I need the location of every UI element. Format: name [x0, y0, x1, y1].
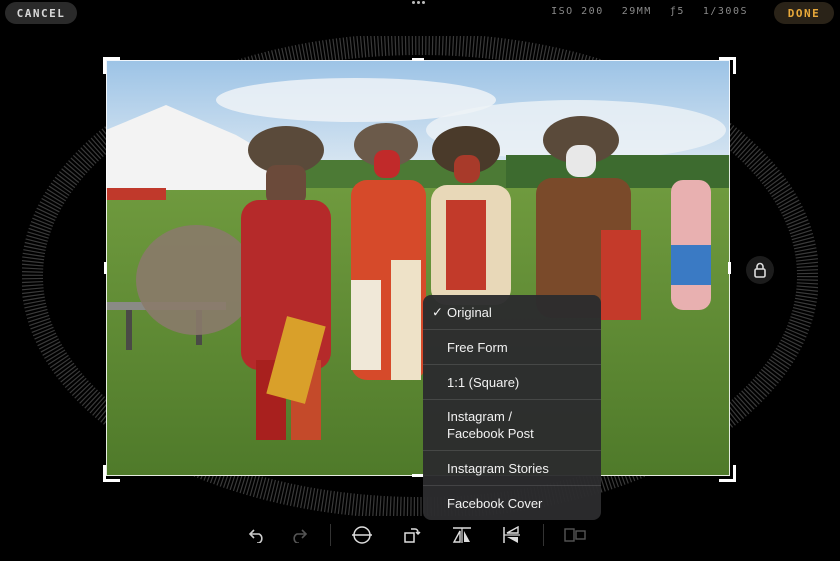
redo-icon: [293, 529, 308, 543]
crop-handle-right[interactable]: [728, 262, 731, 274]
straighten-icon: [352, 526, 372, 544]
flip-vertical-icon: [503, 526, 520, 543]
menu-item-square[interactable]: 1:1 (Square): [423, 365, 601, 400]
crop-handle-bottom-right[interactable]: [719, 465, 736, 482]
menu-item-original[interactable]: ✓ Original: [423, 295, 601, 330]
focal-length-value: 29MM: [621, 6, 652, 17]
shutter-speed-value: 1/300S: [702, 6, 748, 17]
aspect-ratio-menu: ✓ Original Free Form 1:1 (Square) Instag…: [423, 295, 601, 520]
undo-button[interactable]: [244, 522, 270, 548]
menu-item-label: Instagram / Facebook Post: [447, 409, 534, 441]
photo-image: [106, 60, 730, 476]
menu-item-instagram-facebook-post[interactable]: Instagram / Facebook Post: [423, 400, 601, 451]
cancel-button[interactable]: CANCEL: [5, 2, 77, 24]
more-options-icon[interactable]: [408, 1, 428, 9]
done-button[interactable]: DONE: [774, 2, 834, 24]
flip-horizontal-icon: [452, 527, 471, 543]
iso-value: ISO 200: [551, 6, 604, 17]
menu-item-label: 1:1 (Square): [447, 374, 520, 390]
straighten-button[interactable]: [349, 522, 375, 548]
photo-canvas[interactable]: [106, 60, 730, 476]
compare-button[interactable]: [562, 522, 588, 548]
aspect-lock-button[interactable]: [746, 256, 774, 284]
edit-toolbar: [244, 522, 588, 548]
undo-icon: [248, 529, 263, 543]
menu-item-facebook-cover[interactable]: Facebook Cover: [423, 486, 601, 520]
crop-handle-top-right[interactable]: [719, 57, 736, 74]
redo-button[interactable]: [286, 522, 312, 548]
menu-item-free-form[interactable]: Free Form: [423, 330, 601, 365]
menu-item-label: Original: [447, 304, 492, 320]
menu-item-label: Facebook Cover: [447, 495, 543, 511]
checkmark-icon: ✓: [432, 304, 443, 320]
toolbar-divider: [543, 524, 544, 546]
menu-item-label: Instagram Stories: [447, 460, 549, 476]
flip-horizontal-button[interactable]: [449, 522, 475, 548]
aperture-value: ƒ5: [669, 6, 685, 17]
menu-item-instagram-stories[interactable]: Instagram Stories: [423, 451, 601, 486]
toolbar-divider: [330, 524, 331, 546]
crop-handle-top[interactable]: [412, 58, 424, 61]
flip-vertical-button[interactable]: [499, 522, 525, 548]
rotate-button[interactable]: [399, 522, 425, 548]
crop-handle-top-left[interactable]: [103, 57, 120, 74]
crop-handle-bottom-left[interactable]: [103, 465, 120, 482]
menu-item-label: Free Form: [447, 339, 508, 355]
rotate-icon: [404, 528, 421, 543]
lock-icon: [754, 262, 766, 278]
crop-handle-left[interactable]: [104, 262, 107, 274]
exif-info: ISO 200 29MM ƒ5 1/300S: [551, 6, 748, 17]
compare-icon: [564, 528, 586, 542]
